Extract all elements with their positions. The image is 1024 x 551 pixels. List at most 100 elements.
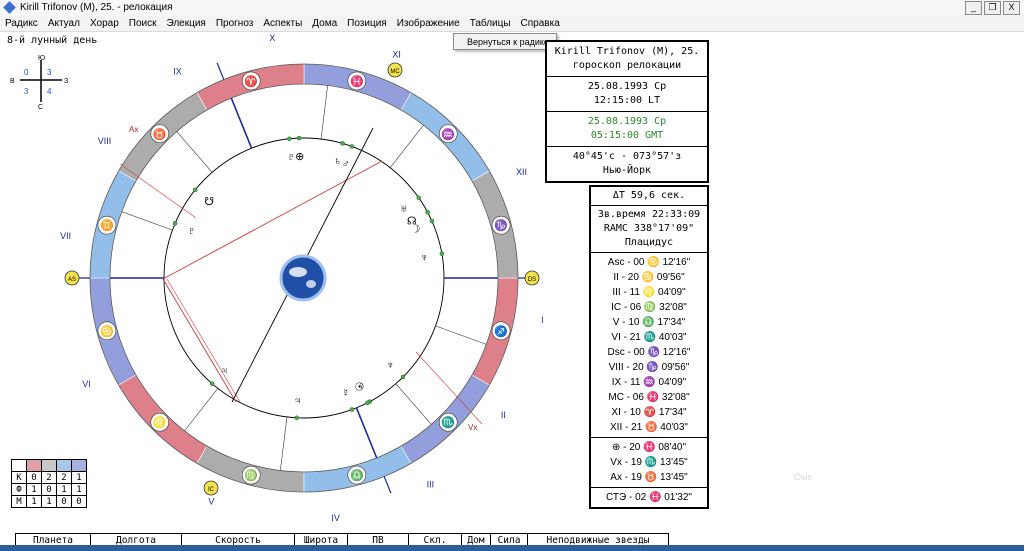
planet-glyph[interactable]: ☋ (204, 196, 214, 208)
svg-text:IC: IC (208, 487, 215, 493)
cell: 2 (41, 471, 57, 484)
zodiac-sign-glyph: ♓ (350, 75, 364, 88)
zodiac-sign-glyph: ♉ (153, 128, 167, 141)
watermark: Okis (794, 472, 812, 482)
house-numeral: V (208, 497, 214, 507)
menu-help[interactable]: Справка (516, 16, 565, 31)
table-row: К 0 2 2 1 (11, 471, 87, 484)
zodiac-sign-glyph: ♌ (153, 416, 167, 429)
house-cusp-line (184, 388, 219, 432)
zodiac-sign-glyph: ♍ (244, 469, 258, 482)
house-cusp-line (355, 407, 378, 459)
axis-extension (216, 62, 225, 80)
cell: 1 (26, 495, 42, 508)
earth-globe-icon (279, 254, 327, 302)
svg-text:DS: DS (528, 277, 536, 283)
menu-horar[interactable]: Хорар (85, 16, 124, 31)
row-label: М (11, 495, 27, 508)
gmt-date: 25.08.1993 Ср (587, 116, 667, 127)
house-cusp-line (121, 211, 173, 231)
planet-position-dot (400, 374, 406, 380)
elem-header-earth (41, 459, 57, 472)
minimize-button[interactable]: _ (965, 1, 982, 15)
planet-glyph[interactable]: ♇ (188, 225, 196, 237)
planet-glyph[interactable]: ♅ (400, 203, 408, 215)
local-time: 12:15:00 LT (593, 95, 661, 106)
house-numeral: II (501, 410, 506, 420)
planet-glyph[interactable]: ♃ (293, 395, 301, 407)
house-numeral: III (427, 479, 435, 489)
planet-position-dot (296, 135, 302, 141)
close-button[interactable]: X (1003, 1, 1020, 15)
cusp-5: V - 10 ♎ 17'34" (612, 317, 686, 328)
planet-position-dot (287, 136, 292, 142)
planet-position-dot (209, 381, 215, 386)
gmt-time: 05:15:00 GMT (590, 130, 664, 141)
planet-glyph[interactable]: ☿ (342, 388, 350, 400)
planet-glyph[interactable]: ☽ (411, 223, 421, 235)
zodiac-sign-glyph: ♐ (494, 325, 508, 338)
cusp-11: XI - 10 ♈ 17'34" (611, 407, 687, 418)
planet-glyph[interactable]: ☉ (354, 382, 364, 394)
menu-bar: Радикс Актуал Хорар Поиск Элекция Прогно… (0, 16, 1024, 32)
planet-glyph[interactable]: ♆ (420, 252, 428, 264)
zodiac-sign-glyph: ♏ (441, 416, 455, 429)
zodiac-sign-glyph: ♎ (350, 469, 364, 482)
planet-glyph[interactable]: ♄ (334, 156, 342, 168)
menu-tables[interactable]: Таблицы (465, 16, 516, 31)
menu-position[interactable]: Позиция (342, 16, 392, 31)
ic-marker[interactable]: IC (203, 480, 219, 496)
asc-marker[interactable]: AS (64, 270, 80, 286)
local-date: 25.08.1993 Ср (587, 81, 667, 92)
sidereal-time: Зв.время 22:33:09 (597, 209, 701, 220)
elem-header-blank (11, 459, 27, 472)
zodiac-sign-glyph: ♋ (100, 325, 114, 338)
maximize-button[interactable]: ❐ (984, 1, 1001, 15)
table-row: Ф 1 0 1 1 (11, 483, 87, 496)
elem-header-air (56, 459, 72, 472)
cusp-ic: IC - 06 ♍ 32'08" (611, 302, 687, 313)
dsc-marker[interactable]: DS (524, 270, 540, 286)
menu-aspects[interactable]: Аспекты (258, 16, 307, 31)
house-cusp-line (280, 416, 288, 471)
cusp-asc: Asc - 00 ♋ 12'16" (607, 257, 691, 268)
taskbar (0, 545, 1024, 551)
chart-info-box: Kirill Trifonov (M), 25. гороскоп релока… (545, 40, 709, 183)
house-cusp-line (230, 97, 253, 149)
menu-forecast[interactable]: Прогноз (211, 16, 259, 31)
house-numeral: IV (331, 513, 340, 523)
menu-houses[interactable]: Дома (307, 16, 342, 31)
planet-position-dot (425, 210, 430, 215)
mc-marker[interactable]: MC (387, 62, 403, 78)
zodiac-sign-glyph: ♈ (244, 75, 258, 88)
planet-glyph[interactable]: ⊕ (295, 151, 304, 163)
house-cusp-line (435, 325, 487, 345)
vx-label: Vx (468, 423, 477, 432)
menu-radix[interactable]: Радикс (0, 16, 43, 31)
svg-text:AS: AS (68, 277, 76, 283)
planet-position-dot (349, 144, 355, 149)
planet-position-dot (365, 400, 370, 405)
menu-search[interactable]: Поиск (124, 16, 162, 31)
cell: 1 (56, 483, 72, 496)
ax-label: Ax (129, 125, 138, 134)
house-numeral: IX (173, 67, 182, 77)
menu-aktual[interactable]: Актуал (43, 16, 85, 31)
planet-glyph[interactable]: ♇ (287, 152, 295, 164)
house-numeral: XII (516, 167, 527, 177)
table-row: М 1 1 0 0 (11, 495, 87, 508)
menu-image[interactable]: Изображение (392, 16, 465, 31)
app-icon (3, 1, 16, 14)
cusp-mc: MC - 06 ♓ 32'08" (608, 392, 690, 403)
planet-glyph[interactable]: ♆ (386, 359, 394, 371)
cusps-box: ΔT 59,6 сек. Зв.время 22:33:09 RAMC 338°… (589, 185, 709, 509)
planet-glyph[interactable]: ♂ (342, 158, 350, 170)
cusp-12: XII - 21 ♉ 40'03" (610, 422, 688, 433)
cell: 0 (41, 483, 57, 496)
planet-glyph[interactable]: ♃ (220, 365, 228, 377)
planet-position-dot (294, 415, 299, 421)
cell: 1 (26, 483, 42, 496)
cell: 0 (71, 495, 87, 508)
menu-election[interactable]: Элекция (161, 16, 210, 31)
ste: СТЭ - 02 ♓ 01'32" (606, 492, 692, 503)
